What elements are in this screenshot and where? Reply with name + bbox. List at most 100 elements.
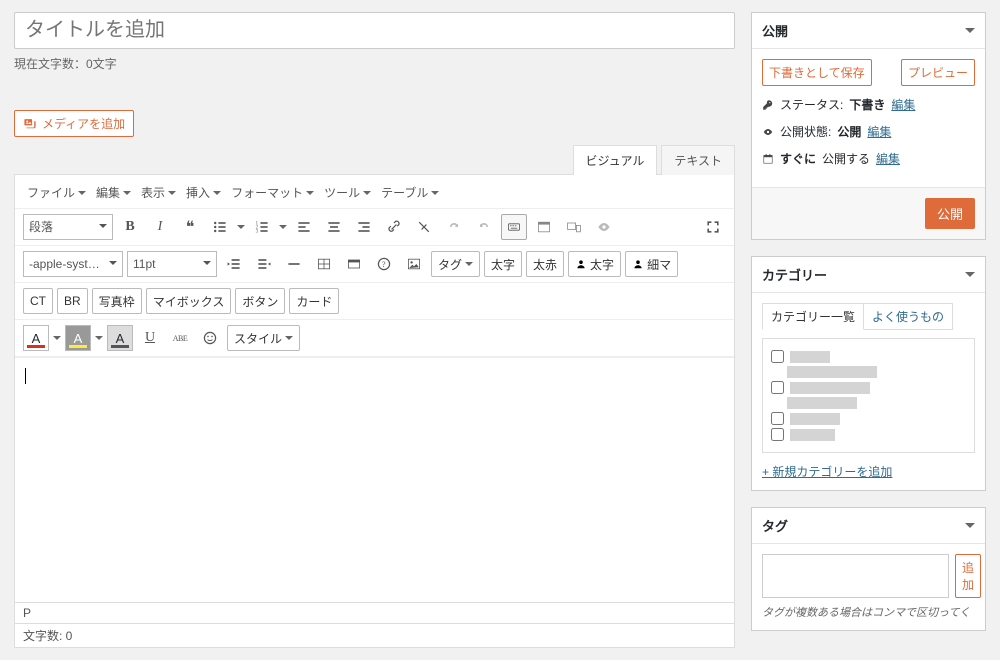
emoji-button[interactable] [197, 325, 223, 351]
link-button[interactable] [381, 214, 407, 240]
bullet-list-caret[interactable] [237, 225, 245, 233]
edit-schedule-link[interactable]: 編集 [876, 150, 900, 167]
element-path: P [15, 602, 734, 623]
edit-status-link[interactable]: 編集 [891, 96, 915, 113]
editor-content[interactable] [15, 357, 734, 602]
category-checkbox[interactable] [771, 412, 784, 425]
align-right-button[interactable] [351, 214, 377, 240]
calendar-icon [762, 153, 774, 165]
photoframe-button[interactable]: 写真枠 [92, 288, 142, 314]
category-list [762, 338, 975, 453]
font-family-select[interactable]: -apple-syst… [23, 251, 123, 277]
align-left-button[interactable] [291, 214, 317, 240]
ordered-list-caret[interactable] [279, 225, 287, 233]
mybox-button[interactable]: マイボックス [146, 288, 232, 314]
tags-panel: タグ 追加 タグが複数ある場合はコンマで区切ってく [751, 507, 986, 631]
button-button[interactable]: ボタン [235, 288, 285, 314]
outdent-button[interactable] [221, 251, 247, 277]
format-select[interactable]: 段落 [23, 214, 113, 240]
post-title-input[interactable] [14, 12, 735, 49]
preview-button[interactable] [591, 214, 617, 240]
panel-toggle-icon[interactable] [965, 272, 975, 282]
add-media-label: メディアを追加 [42, 115, 125, 132]
svg-text:3: 3 [256, 230, 259, 235]
bold-style-button[interactable]: 太字 [484, 251, 522, 277]
abe-button[interactable]: ABE [167, 325, 193, 351]
align-center-button[interactable] [321, 214, 347, 240]
menu-edit[interactable]: 編集 [92, 181, 135, 204]
fullscreen-button[interactable] [700, 214, 726, 240]
title-char-count: 現在文字数：0文字 [14, 55, 735, 72]
quote-button[interactable]: ❝ [177, 214, 203, 240]
user-bold-button[interactable]: 太字 [568, 251, 621, 277]
card-button[interactable] [341, 251, 367, 277]
window-button[interactable] [531, 214, 557, 240]
undo-button[interactable] [441, 214, 467, 240]
br-button[interactable]: BR [57, 288, 88, 314]
ct-button[interactable]: CT [23, 288, 53, 314]
category-checkbox[interactable] [771, 428, 784, 441]
publish-button[interactable]: 公開 [925, 198, 975, 229]
eye-icon [762, 126, 774, 138]
add-category-link[interactable]: + 新規カテゴリーを追加 [762, 463, 892, 480]
image-button[interactable] [401, 251, 427, 277]
hr-button[interactable] [281, 251, 307, 277]
categories-panel: カテゴリー カテゴリー一覧 よく使うもの + 新規カテゴリーを追加 [751, 256, 986, 491]
tab-all-categories[interactable]: カテゴリー一覧 [762, 303, 864, 330]
visibility-label: 公開状態: [780, 123, 831, 140]
edit-visibility-link[interactable]: 編集 [867, 123, 891, 140]
panel-toggle-icon[interactable] [965, 523, 975, 533]
schedule-text: 公開する [822, 150, 870, 167]
text-color-caret[interactable] [53, 336, 61, 344]
menu-insert[interactable]: 挿入 [182, 181, 225, 204]
bg-color-button[interactable]: A [65, 325, 91, 351]
publish-panel-title: 公開 [762, 21, 788, 40]
table-button[interactable] [311, 251, 337, 277]
tab-frequent-categories[interactable]: よく使うもの [864, 303, 953, 330]
border-color-button[interactable]: A [107, 325, 133, 351]
bold-red-button[interactable]: 太赤 [526, 251, 564, 277]
category-checkbox[interactable] [771, 381, 784, 394]
status-value: 下書き [849, 96, 885, 113]
tab-text[interactable]: テキスト [661, 145, 735, 175]
svg-text:?: ? [382, 260, 386, 269]
menu-format[interactable]: フォーマット [227, 181, 318, 204]
save-draft-button[interactable]: 下書きとして保存 [762, 59, 872, 86]
italic-button[interactable]: I [147, 214, 173, 240]
preview-post-button[interactable]: プレビュー [901, 59, 975, 86]
tag-button[interactable]: タグ [431, 251, 480, 277]
style-dropdown[interactable]: スタイル [227, 325, 300, 351]
category-checkbox[interactable] [771, 350, 784, 363]
text-color-button[interactable]: A [23, 325, 49, 351]
card-style-button[interactable]: カード [289, 288, 339, 314]
responsive-button[interactable] [561, 214, 587, 240]
tab-visual[interactable]: ビジュアル [573, 145, 658, 175]
add-tag-button[interactable]: 追加 [955, 554, 981, 598]
user-icon [632, 258, 644, 270]
panel-toggle-icon[interactable] [965, 28, 975, 38]
schedule-now: すぐに [780, 150, 816, 167]
bg-color-caret[interactable] [95, 336, 103, 344]
keyboard-button[interactable] [501, 214, 527, 240]
visibility-value: 公開 [837, 123, 861, 140]
menu-view[interactable]: 表示 [137, 181, 180, 204]
tag-input[interactable] [762, 554, 949, 598]
menu-table[interactable]: テーブル [377, 181, 443, 204]
status-label: ステータス: [780, 96, 843, 113]
ordered-list-button[interactable]: 123 [249, 214, 275, 240]
tag-hint: タグが複数ある場合はコンマで区切ってく [762, 604, 975, 620]
help-button[interactable]: ? [371, 251, 397, 277]
indent-button[interactable] [251, 251, 277, 277]
unlink-button[interactable] [411, 214, 437, 240]
redo-button[interactable] [471, 214, 497, 240]
menu-tools[interactable]: ツール [320, 181, 375, 204]
font-size-select[interactable]: 11pt [127, 251, 217, 277]
add-media-button[interactable]: メディアを追加 [14, 110, 134, 137]
menu-file[interactable]: ファイル [23, 181, 90, 204]
bullet-list-button[interactable] [207, 214, 233, 240]
bold-button[interactable]: B [117, 214, 143, 240]
underline-button[interactable]: U [137, 325, 163, 351]
user-thin-button[interactable]: 細マ [625, 251, 678, 277]
media-icon [23, 117, 37, 131]
editor-menubar: ファイル 編集 表示 挿入 フォーマット ツール テーブル [15, 175, 734, 209]
